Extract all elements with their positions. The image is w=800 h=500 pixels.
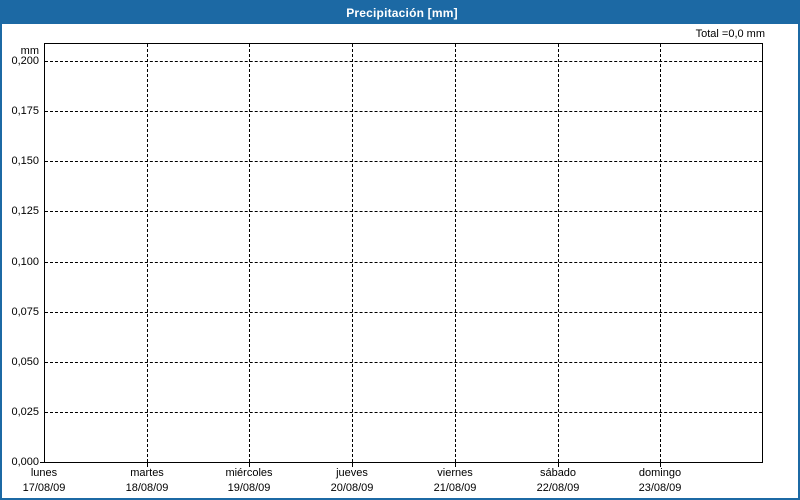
plot-area	[44, 43, 763, 463]
x-axis-day-label: lunes	[30, 467, 58, 479]
y-tick-label: 0,175	[11, 105, 39, 117]
y-tick-label: 0,075	[11, 306, 39, 318]
y-tick-label: 0,100	[11, 256, 39, 268]
v-gridline	[147, 44, 148, 462]
x-axis-date-label: 18/08/09	[125, 482, 169, 494]
h-gridline	[45, 312, 762, 313]
x-axis-day-label: domingo	[638, 467, 682, 479]
h-gridline	[45, 61, 762, 62]
x-axis-day-label: sábado	[539, 467, 577, 479]
total-precipitation-label: Total =0,0 mm	[695, 28, 765, 40]
v-gridline	[455, 44, 456, 462]
h-gridline	[45, 412, 762, 413]
chart-title: Precipitación [mm]	[346, 6, 458, 20]
x-axis-date-label: 20/08/09	[330, 482, 374, 494]
y-tick-label: 0,200	[11, 55, 39, 67]
x-axis-day-label: viernes	[437, 467, 473, 479]
v-gridline	[352, 44, 353, 462]
y-tick-label: 0,125	[11, 205, 39, 217]
chart-frame: Precipitación [mm] Total =0,0 mm mm 0,20…	[0, 0, 800, 500]
x-axis-date-label: 21/08/09	[433, 482, 477, 494]
v-gridline	[558, 44, 559, 462]
h-gridline	[45, 362, 762, 363]
chart-title-bar: Precipitación [mm]	[2, 2, 800, 24]
v-gridline	[660, 44, 661, 462]
x-axis-day-label: jueves	[336, 467, 368, 479]
x-axis-date-label: 23/08/09	[638, 482, 682, 494]
x-axis-date-label: 22/08/09	[536, 482, 580, 494]
y-tick-label: 0,050	[11, 356, 39, 368]
x-axis-date-label: 17/08/09	[22, 482, 66, 494]
y-tick-label: 0,150	[11, 155, 39, 167]
h-gridline	[45, 161, 762, 162]
x-axis-day-label: martes	[130, 467, 164, 479]
x-axis-day-label: miércoles	[225, 467, 273, 479]
h-gridline	[45, 262, 762, 263]
v-gridline	[249, 44, 250, 462]
y-axis-zero-tick	[40, 462, 44, 463]
h-gridline	[45, 211, 762, 212]
x-axis-date-label: 19/08/09	[227, 482, 271, 494]
h-gridline	[45, 111, 762, 112]
y-tick-label: 0,025	[11, 406, 39, 418]
